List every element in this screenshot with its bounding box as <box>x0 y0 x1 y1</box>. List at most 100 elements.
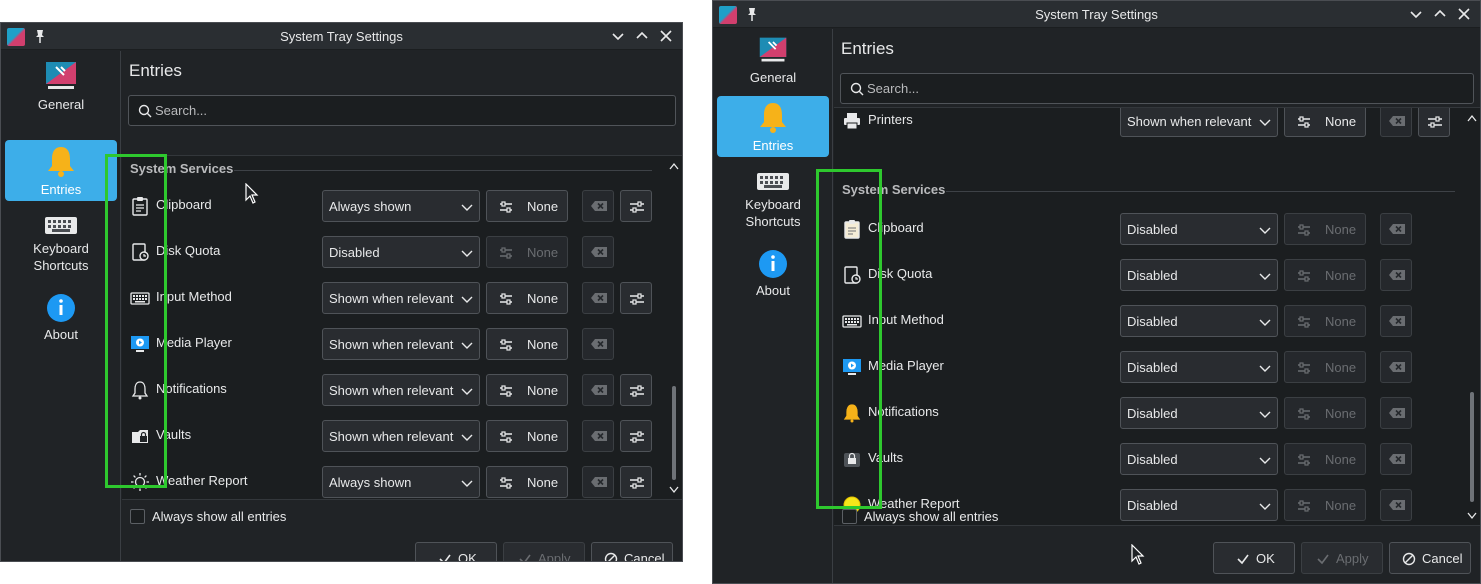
visibility-select[interactable]: Disabled <box>1120 305 1278 337</box>
sidebar-item-entries[interactable]: Entries <box>5 140 117 201</box>
maximize-icon[interactable] <box>634 28 650 44</box>
clear-shortcut-button[interactable] <box>582 282 614 314</box>
search-field[interactable] <box>128 95 676 126</box>
clear-shortcut-button[interactable] <box>582 374 614 406</box>
shortcut-button[interactable]: None <box>486 190 568 222</box>
visibility-select[interactable]: Disabled <box>1120 259 1278 291</box>
list-item-disk-quota[interactable]: Disk Quota Disabled None <box>834 251 1460 297</box>
sidebar-item-entries[interactable]: Entries <box>717 96 829 157</box>
shortcut-button[interactable]: None <box>1284 397 1366 429</box>
list-item-notifications[interactable]: Notifications Disabled None <box>834 389 1460 435</box>
list-item-vaults[interactable]: Vaults Disabled None <box>834 435 1460 481</box>
shortcut-button[interactable]: None <box>1284 351 1366 383</box>
visibility-select[interactable]: Disabled <box>1120 443 1278 475</box>
clear-shortcut-button[interactable] <box>582 328 614 360</box>
list-item-printers[interactable]: Printers Shown when relevant None <box>834 108 1460 143</box>
scrollbar[interactable] <box>666 156 682 499</box>
clear-shortcut-button[interactable] <box>582 236 614 268</box>
list-item-disk-quota[interactable]: Disk Quota Disabled None <box>122 228 662 274</box>
sidebar-item-general[interactable]: General <box>5 55 117 125</box>
scrollbar-thumb[interactable] <box>1470 392 1474 502</box>
list-item-input-method[interactable]: Input Method Disabled None <box>834 297 1460 343</box>
visibility-select[interactable]: Shown when relevant <box>322 282 480 314</box>
list-item-notifications[interactable]: Notifications Shown when relevant None <box>122 366 662 412</box>
always-show-checkbox[interactable] <box>842 509 857 524</box>
apply-button[interactable]: Apply <box>503 542 585 561</box>
shortcut-button[interactable]: None <box>1284 213 1366 245</box>
visibility-select[interactable]: Shown when relevant <box>322 374 480 406</box>
apply-button[interactable]: Apply <box>1301 542 1383 574</box>
clear-shortcut-button[interactable] <box>1380 397 1412 429</box>
always-show-checkbox[interactable] <box>130 509 145 524</box>
configure-button[interactable] <box>620 374 652 406</box>
visibility-select[interactable]: Disabled <box>1120 351 1278 383</box>
maximize-icon[interactable] <box>1432 6 1448 22</box>
clear-shortcut-button[interactable] <box>1380 443 1412 475</box>
sidebar-item-about[interactable]: About <box>5 293 117 343</box>
visibility-select[interactable]: Shown when relevant <box>1120 108 1278 137</box>
shortcut-button[interactable]: None <box>1284 489 1366 521</box>
shortcut-button[interactable]: None <box>1284 108 1366 137</box>
shortcut-button[interactable]: None <box>486 466 568 498</box>
sidebar-item-keyboard-shortcuts[interactable]: Keyboard Shortcuts <box>717 167 829 239</box>
ok-button[interactable]: OK <box>1213 542 1295 574</box>
close-icon[interactable] <box>1456 6 1472 22</box>
list-item-input-method[interactable]: Input Method Shown when relevant None <box>122 274 662 320</box>
title-bar[interactable]: System Tray Settings <box>1 23 682 50</box>
sidebar-item-about[interactable]: About <box>717 249 829 299</box>
list-item-weather-report[interactable]: Weather Report Always shown None <box>122 458 662 499</box>
ok-button[interactable]: OK <box>415 542 497 561</box>
search-input[interactable] <box>867 74 1469 103</box>
cancel-button[interactable]: Cancel <box>591 542 673 561</box>
cancel-button[interactable]: Cancel <box>1389 542 1471 574</box>
sidebar-item-general[interactable]: General <box>717 33 829 93</box>
clear-shortcut-button[interactable] <box>1380 108 1412 137</box>
visibility-select[interactable]: Disabled <box>1120 397 1278 429</box>
clear-shortcut-button[interactable] <box>1380 489 1412 521</box>
visibility-select[interactable]: Shown when relevant <box>322 328 480 360</box>
close-icon[interactable] <box>658 28 674 44</box>
entries-list[interactable]: Printers Shown when relevant None System… <box>834 107 1480 526</box>
visibility-select[interactable]: Disabled <box>322 236 480 268</box>
configure-button[interactable] <box>1418 108 1450 137</box>
minimize-icon[interactable] <box>1408 6 1424 22</box>
title-bar[interactable]: System Tray Settings <box>713 1 1480 28</box>
list-item-media-player[interactable]: Media Player Disabled None <box>834 343 1460 389</box>
clear-shortcut-button[interactable] <box>1380 213 1412 245</box>
configure-button[interactable] <box>620 190 652 222</box>
clear-shortcut-button[interactable] <box>1380 305 1412 337</box>
shortcut-button[interactable]: None <box>486 328 568 360</box>
configure-button[interactable] <box>620 466 652 498</box>
configure-button[interactable] <box>620 420 652 452</box>
clear-shortcut-button[interactable] <box>582 466 614 498</box>
list-item-clipboard[interactable]: Clipboard Always shown None <box>122 182 662 228</box>
shortcut-button[interactable]: None <box>486 282 568 314</box>
sidebar-item-keyboard-shortcuts[interactable]: Keyboard Shortcuts <box>5 211 117 283</box>
clear-shortcut-button[interactable] <box>1380 259 1412 291</box>
visibility-select[interactable]: Disabled <box>1120 489 1278 521</box>
visibility-select[interactable]: Always shown <box>322 190 480 222</box>
list-item-media-player[interactable]: Media Player Shown when relevant None <box>122 320 662 366</box>
configure-button[interactable] <box>620 282 652 314</box>
clear-shortcut-button[interactable] <box>1380 351 1412 383</box>
clear-shortcut-button[interactable] <box>582 190 614 222</box>
clear-shortcut-button[interactable] <box>582 420 614 452</box>
shortcut-button[interactable]: None <box>486 236 568 268</box>
visibility-select[interactable]: Disabled <box>1120 213 1278 245</box>
scroll-up-icon[interactable] <box>1467 114 1477 122</box>
shortcut-button[interactable]: None <box>1284 305 1366 337</box>
list-item-clipboard[interactable]: Clipboard Disabled None <box>834 205 1460 251</box>
shortcut-button[interactable]: None <box>486 374 568 406</box>
visibility-select[interactable]: Always shown <box>322 466 480 498</box>
shortcut-button[interactable]: None <box>1284 443 1366 475</box>
scrollbar[interactable] <box>1464 108 1480 525</box>
search-input[interactable] <box>155 96 671 125</box>
scroll-down-icon[interactable] <box>1467 512 1477 520</box>
visibility-select[interactable]: Shown when relevant <box>322 420 480 452</box>
scrollbar-thumb[interactable] <box>672 386 676 480</box>
minimize-icon[interactable] <box>610 28 626 44</box>
search-field[interactable] <box>840 73 1474 104</box>
scroll-down-icon[interactable] <box>669 486 679 494</box>
list-item-vaults[interactable]: Vaults Shown when relevant None <box>122 412 662 458</box>
shortcut-button[interactable]: None <box>1284 259 1366 291</box>
